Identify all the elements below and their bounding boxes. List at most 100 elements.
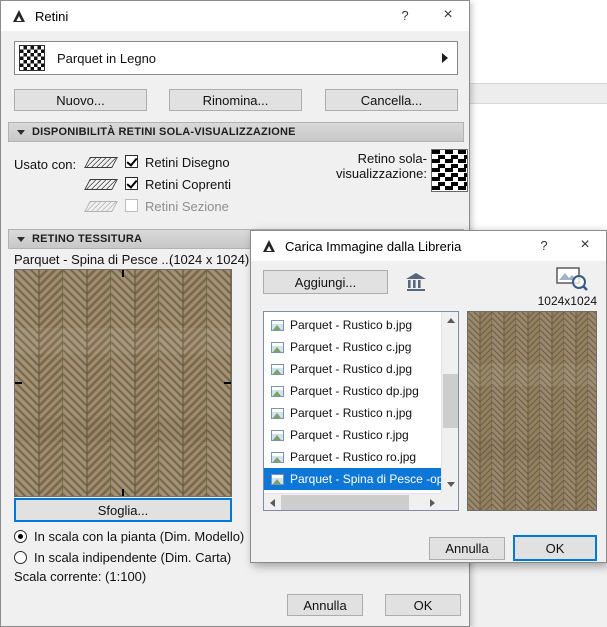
checkbox-retini-coprenti[interactable] <box>125 177 138 190</box>
checkbox-label-disegno: Retini Disegno <box>145 155 230 170</box>
dialog-title: Retini <box>35 9 69 24</box>
crop-mark <box>122 489 124 496</box>
file-name: Parquet - Rustico r.jpg <box>290 428 409 442</box>
overlay-fill-label-line1: Retino sola- <box>357 151 427 166</box>
vertical-scrollbar[interactable] <box>441 312 458 493</box>
ok-button[interactable]: OK <box>385 594 461 616</box>
fill-pattern-thumbnail <box>19 45 45 71</box>
chevron-down-icon <box>17 236 25 242</box>
cancel-button[interactable]: Annulla <box>429 537 505 560</box>
radio-scale-independent[interactable]: In scala indipendente (Dim. Carta) <box>14 549 231 565</box>
image-file-icon <box>271 319 284 331</box>
browse-button[interactable]: Sfoglia... <box>14 498 232 522</box>
close-icon[interactable]: × <box>439 6 457 24</box>
file-name: Parquet - Rustico d.jpg <box>290 362 413 376</box>
list-item[interactable]: Parquet - Rustico b.jpg <box>264 314 441 336</box>
crop-mark <box>122 270 124 277</box>
close-icon[interactable]: × <box>576 236 594 254</box>
help-button[interactable]: ? <box>397 8 413 23</box>
image-preview <box>467 311 597 511</box>
image-file-icon <box>271 407 284 419</box>
list-item-selected[interactable]: Parquet - Spina di Pesce -op <box>264 468 441 490</box>
library-icon[interactable] <box>401 269 431 295</box>
herringbone-texture-image <box>15 270 231 496</box>
image-size-zoom-icon[interactable] <box>553 265 591 292</box>
new-button[interactable]: Nuovo... <box>14 89 147 111</box>
texture-size-label: (1024 x 1024) <box>169 252 250 267</box>
image-file-icon <box>271 341 284 353</box>
rename-button[interactable]: Rinomina... <box>169 89 302 111</box>
load-image-dialog: Carica Immagine dalla Libreria ? × Aggiu… <box>250 230 607 563</box>
cancel-button[interactable]: Annulla <box>287 594 363 616</box>
scrollbar-corner <box>441 493 458 510</box>
archicad-logo-icon <box>263 240 275 252</box>
herringbone-preview-image <box>468 312 596 510</box>
app-background-band <box>470 84 607 104</box>
checkbox-retini-sezione[interactable] <box>125 199 138 212</box>
file-name: Parquet - Rustico b.jpg <box>290 318 413 332</box>
image-file-icon <box>271 429 284 441</box>
horizontal-scrollbar[interactable] <box>264 493 441 510</box>
file-list[interactable]: Parquet - Rustico b.jpg Parquet - Rustic… <box>263 311 459 511</box>
cover-fill-icon <box>84 179 118 190</box>
checkbox-label-coprenti: Retini Coprenti <box>145 177 231 192</box>
archicad-logo-icon <box>13 10 25 22</box>
list-item[interactable]: Parquet - Rustico d.jpg <box>264 358 441 380</box>
radio-button-icon[interactable] <box>14 529 27 543</box>
drafting-fill-icon <box>84 157 118 168</box>
list-item[interactable]: Parquet - Rustico n.jpg <box>264 402 441 424</box>
overlay-fill-label-line2: visualizzazione: <box>335 166 427 181</box>
flyout-arrow-icon <box>442 53 448 63</box>
dialog-title: Carica Immagine dalla Libreria <box>285 239 462 254</box>
list-item[interactable]: Parquet - Rustico dp.jpg <box>264 380 441 402</box>
checkbox-retini-disegno[interactable] <box>125 155 138 168</box>
texture-name-label: Parquet - Spina di Pesce ... <box>14 252 173 267</box>
used-with-label: Usato con: <box>14 157 77 172</box>
file-name: Parquet - Rustico dp.jpg <box>290 384 419 398</box>
image-file-icon <box>271 473 284 485</box>
vertical-scroll-thumb[interactable] <box>443 374 458 428</box>
list-item[interactable]: Parquet - Rustico ro.jpg <box>264 446 441 468</box>
section-availability-title: DISPONIBILITÀ RETINI SOLA-VISUALIZZAZION… <box>32 126 296 138</box>
overlay-fill-label: Retino sola- visualizzazione: <box>297 151 427 181</box>
current-scale-label: Scala corrente: (1:100) <box>14 569 147 584</box>
scroll-left-icon[interactable] <box>264 494 281 511</box>
overlay-fill-preview <box>431 149 468 192</box>
crop-mark <box>224 382 231 384</box>
fill-type-selector[interactable]: Parquet in Legno <box>14 41 458 75</box>
ok-button[interactable]: OK <box>513 535 597 561</box>
desktop-background: Retini ? × Parquet in Legno Nuovo... Rin… <box>0 0 607 627</box>
radio-button-icon[interactable] <box>14 550 27 564</box>
image-size-label: 1024x1024 <box>537 294 597 308</box>
scroll-right-icon[interactable] <box>424 494 441 511</box>
checkbox-label-sezione: Retini Sezione <box>145 199 229 214</box>
chevron-down-icon <box>17 129 25 135</box>
file-name: Parquet - Rustico n.jpg <box>290 406 413 420</box>
fill-type-label: Parquet in Legno <box>57 51 157 66</box>
cut-fill-icon <box>84 201 118 212</box>
file-name: Parquet - Spina di Pesce -op <box>290 472 441 486</box>
radio-label: In scala indipendente (Dim. Carta) <box>34 549 232 565</box>
section-availability-header[interactable]: DISPONIBILITÀ RETINI SOLA-VISUALIZZAZION… <box>8 122 464 142</box>
delete-button[interactable]: Cancella... <box>325 89 458 111</box>
add-button[interactable]: Aggiungi... <box>263 270 388 294</box>
radio-scale-with-plan[interactable]: In scala con la pianta (Dim. Modello) <box>14 528 244 544</box>
list-item[interactable]: Parquet - Rustico c.jpg <box>264 336 441 358</box>
file-list-items: Parquet - Rustico b.jpg Parquet - Rustic… <box>264 312 441 493</box>
texture-preview <box>14 269 232 497</box>
crop-mark <box>15 382 22 384</box>
retini-titlebar[interactable]: Retini ? × <box>1 1 469 31</box>
scroll-down-icon[interactable] <box>442 476 459 493</box>
list-item[interactable]: Parquet - Rustico r.jpg <box>264 424 441 446</box>
scroll-up-icon[interactable] <box>442 312 459 329</box>
file-name: Parquet - Rustico ro.jpg <box>290 450 417 464</box>
load-dialog-titlebar[interactable]: Carica Immagine dalla Libreria ? × <box>251 231 606 261</box>
image-file-icon <box>271 451 284 463</box>
radio-label: In scala con la pianta (Dim. Modello) <box>34 528 245 544</box>
image-file-icon <box>271 385 284 397</box>
file-name: Parquet - Rustico c.jpg <box>290 340 412 354</box>
section-texture-title: RETINO TESSITURA <box>32 233 143 245</box>
help-button[interactable]: ? <box>536 238 552 253</box>
horizontal-scroll-thumb[interactable] <box>281 495 409 510</box>
image-file-icon <box>271 363 284 375</box>
